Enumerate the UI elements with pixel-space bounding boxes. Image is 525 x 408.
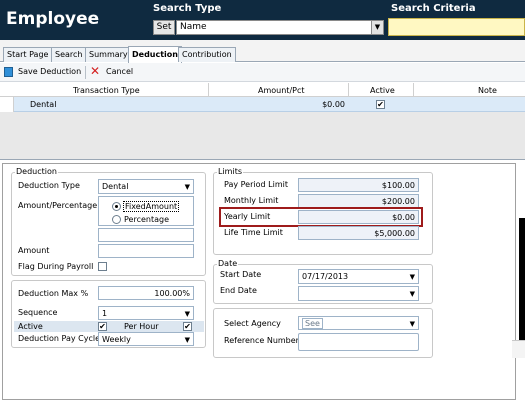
fixed-amount-radio[interactable] — [112, 202, 121, 211]
deduction-type-label: Deduction Type — [18, 181, 80, 190]
background-window-edge — [519, 218, 525, 343]
amount-percentage-label: Amount/Percentage — [18, 201, 98, 210]
start-date-value: 07/17/2013 — [302, 272, 349, 281]
cancel-label: Cancel — [106, 67, 134, 76]
limits-legend: Limits — [217, 167, 243, 176]
search-type-label: Search Type — [153, 3, 222, 14]
column-divider — [413, 83, 414, 97]
start-date-picker[interactable]: 07/17/2013 ▼ — [298, 269, 419, 284]
cell-active-checkbox[interactable]: ✔ — [376, 100, 385, 109]
select-agency-dropdown[interactable]: See ▼ — [298, 316, 419, 330]
chevron-down-icon: ▼ — [184, 183, 190, 191]
monthly-limit-input[interactable]: $200.00 — [298, 194, 419, 208]
active-checkbox[interactable]: ✔ — [98, 322, 107, 331]
tab-summary[interactable]: Summary — [85, 47, 132, 62]
pay-period-limit-input[interactable]: $100.00 — [298, 178, 419, 192]
lifetime-limit-input[interactable]: $5,000.00 — [298, 226, 419, 240]
deduction-max-label: Deduction Max % — [18, 289, 89, 298]
reference-number-input[interactable] — [298, 333, 419, 351]
column-header-amount[interactable]: Amount/Pct — [258, 86, 305, 95]
chevron-down-icon: ▼ — [184, 310, 190, 318]
chevron-down-icon: ▼ — [184, 336, 190, 344]
fixed-amount-label: FixedAmount — [123, 201, 180, 212]
cell-transaction-type: Dental — [30, 100, 57, 109]
flag-during-payroll-checkbox[interactable] — [98, 262, 107, 271]
select-agency-label: Select Agency — [224, 319, 281, 328]
save-icon — [4, 67, 13, 77]
tab-label: Deduction — [128, 46, 182, 63]
sequence-value: 1 — [102, 309, 108, 318]
pay-period-limit-label: Pay Period Limit — [224, 180, 288, 189]
search-criteria-label: Search Criteria — [391, 3, 476, 14]
date-legend: Date — [217, 259, 239, 268]
end-date-picker[interactable]: ▼ — [298, 286, 419, 301]
page-title: Employee — [6, 9, 100, 29]
pay-cycle-label: Deduction Pay Cycle — [18, 334, 101, 343]
deduction-type-value: Dental — [102, 182, 129, 191]
tab-start-page[interactable]: Start Page — [3, 47, 53, 62]
percentage-label: Percentage — [124, 215, 170, 224]
search-type-select[interactable]: Name ▼ — [176, 20, 384, 35]
amount-extra-field[interactable] — [98, 228, 194, 242]
set-button[interactable]: Set — [153, 20, 175, 35]
tab-label: Contribution — [178, 47, 236, 62]
sequence-select[interactable]: 1 ▼ — [98, 306, 194, 320]
toolbar-divider — [85, 66, 86, 79]
active-label: Active — [18, 322, 43, 331]
column-divider — [348, 83, 349, 97]
chevron-down-icon: ▼ — [409, 290, 415, 298]
monthly-limit-label: Monthly Limit — [224, 196, 279, 205]
pay-cycle-select[interactable]: Weekly ▼ — [98, 332, 194, 346]
start-date-label: Start Date — [220, 270, 262, 279]
chevron-down-icon: ▼ — [409, 320, 415, 328]
flag-during-payroll-label: Flag During Payroll — [18, 262, 94, 271]
chevron-down-icon: ▼ — [371, 21, 383, 34]
yearly-limit-label: Yearly Limit — [224, 212, 271, 221]
deduction-max-input[interactable]: 100.00% — [98, 286, 194, 300]
column-header-note[interactable]: Note — [478, 86, 497, 95]
amount-label: Amount — [18, 246, 50, 255]
chevron-down-icon: ▼ — [409, 273, 415, 281]
select-agency-value: See — [302, 318, 323, 329]
radio-dot — [115, 205, 118, 208]
save-deduction-label: Save Deduction — [18, 67, 82, 76]
lifetime-limit-label: Life Time Limit — [224, 228, 283, 237]
tab-contribution[interactable]: Contribution — [178, 47, 236, 62]
pay-cycle-value: Weekly — [102, 335, 131, 344]
search-criteria-input[interactable] — [388, 18, 525, 36]
tab-label: Summary — [85, 47, 132, 62]
cell-amount: $0.00 — [322, 100, 345, 109]
tab-label: Search — [51, 47, 87, 62]
background-window-edge — [512, 340, 525, 358]
search-type-value: Name — [180, 22, 207, 32]
percentage-radio[interactable] — [112, 215, 121, 224]
sequence-label: Sequence — [18, 308, 58, 317]
reference-number-label: Reference Number — [224, 336, 299, 345]
row-indicator — [0, 97, 14, 112]
close-icon: ✕ — [90, 64, 101, 78]
column-divider — [208, 83, 209, 97]
tab-label: Start Page — [3, 47, 53, 62]
column-header-transaction-type[interactable]: Transaction Type — [73, 86, 140, 95]
deduction-type-select[interactable]: Dental ▼ — [98, 179, 194, 194]
yearly-limit-input[interactable]: $0.00 — [298, 210, 419, 224]
column-header-active[interactable]: Active — [370, 86, 395, 95]
end-date-label: End Date — [220, 286, 257, 295]
tab-search[interactable]: Search — [51, 47, 87, 62]
deduction-legend: Deduction — [15, 167, 58, 176]
per-hour-checkbox[interactable]: ✔ — [183, 322, 192, 331]
per-hour-label: Per Hour — [124, 322, 159, 331]
amount-input[interactable] — [98, 244, 194, 258]
tab-deduction[interactable]: Deduction — [128, 46, 182, 63]
table-row[interactable]: Dental $0.00 ✔ — [0, 97, 525, 112]
